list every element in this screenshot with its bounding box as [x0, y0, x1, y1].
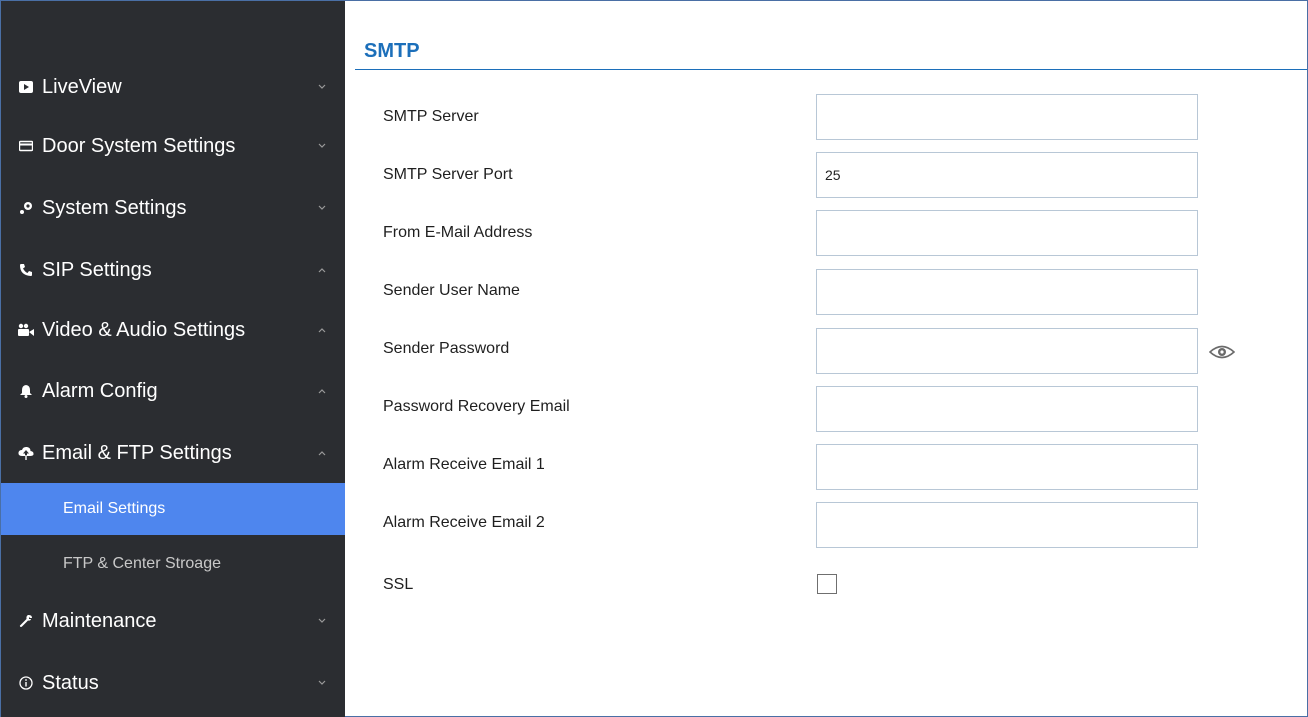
alarm-receive-email-1-input[interactable]	[816, 444, 1198, 490]
sender-user-name-label: Sender User Name	[383, 282, 520, 299]
smtp-server-port-input[interactable]	[816, 152, 1198, 198]
sidebar-item-door-system-settings[interactable]: Door System Settings	[1, 117, 345, 175]
chevron-down-icon	[318, 83, 326, 91]
sidebar-item-system-settings[interactable]: System Settings	[1, 179, 345, 237]
sidebar-item-label: SIP Settings	[42, 258, 152, 281]
sidebar-item-label: System Settings	[42, 196, 187, 219]
chevron-down-icon	[318, 204, 326, 212]
sidebar-item-label: Alarm Config	[42, 379, 158, 402]
sidebar-item-label: Video & Audio Settings	[42, 318, 246, 341]
sender-password-input[interactable]	[816, 328, 1198, 374]
smtp-server-label: SMTP Server	[383, 108, 479, 125]
sidebar-item-label: Email & FTP Settings	[42, 441, 232, 464]
sidebar-item-status[interactable]: Status	[1, 654, 345, 712]
chevron-down-icon	[318, 142, 326, 150]
sidebar-item-maintenance[interactable]: Maintenance	[1, 592, 345, 650]
from-email-address-label: From E-Mail Address	[383, 224, 533, 241]
sidebar-subitem-label: FTP & Center Stroage	[63, 555, 221, 572]
password-recovery-email-label: Password Recovery Email	[383, 398, 570, 415]
sender-password-label: Sender Password	[383, 340, 510, 357]
chevron-down-icon	[318, 679, 326, 687]
sidebar-item-label: Maintenance	[42, 609, 157, 632]
phone-icon	[18, 262, 34, 278]
password-recovery-email-input[interactable]	[816, 386, 1198, 432]
bell-icon	[18, 383, 34, 399]
sidebar-item-email-ftp-settings[interactable]: Email & FTP Settings	[1, 424, 345, 482]
from-email-address-input[interactable]	[816, 210, 1198, 256]
cloud-upload-icon	[18, 445, 34, 461]
sidebar-item-alarm-config[interactable]: Alarm Config	[1, 362, 345, 420]
card-icon	[18, 138, 34, 154]
page-title: SMTP	[364, 40, 420, 62]
chevron-up-icon	[318, 266, 326, 274]
wrench-icon	[18, 613, 34, 629]
sidebar: LiveView Door System Settings System Set…	[1, 1, 345, 717]
title-divider	[355, 69, 1307, 70]
smtp-server-input[interactable]	[816, 94, 1198, 140]
ssl-checkbox[interactable]	[817, 574, 837, 594]
chevron-down-icon	[318, 617, 326, 625]
chevron-up-icon	[318, 449, 326, 457]
sidebar-item-label: LiveView	[42, 75, 122, 98]
chevron-up-icon	[318, 387, 326, 395]
ssl-label: SSL	[383, 576, 414, 593]
sender-user-name-input[interactable]	[816, 269, 1198, 315]
sidebar-item-label: Door System Settings	[42, 134, 236, 157]
wrench-gear-icon	[18, 200, 34, 216]
sidebar-item-liveview[interactable]: LiveView	[1, 58, 345, 116]
sidebar-subitem-email-settings[interactable]: Email Settings	[1, 483, 345, 535]
sidebar-item-video-audio-settings[interactable]: Video & Audio Settings	[1, 301, 345, 359]
alarm-receive-email-1-label: Alarm Receive Email 1	[383, 456, 545, 473]
info-icon	[18, 675, 34, 691]
camera-icon	[18, 322, 34, 338]
sidebar-subitem-label: Email Settings	[63, 500, 166, 517]
alarm-receive-email-2-input[interactable]	[816, 502, 1198, 548]
sidebar-subitem-ftp-center-storage[interactable]: FTP & Center Stroage	[1, 538, 345, 590]
sidebar-item-sip-settings[interactable]: SIP Settings	[1, 241, 345, 299]
sidebar-item-label: Status	[42, 671, 99, 694]
smtp-server-port-label: SMTP Server Port	[383, 166, 513, 183]
chevron-up-icon	[318, 326, 326, 334]
eye-icon[interactable]	[1208, 343, 1236, 361]
video-icon	[18, 79, 34, 95]
alarm-receive-email-2-label: Alarm Receive Email 2	[383, 514, 545, 531]
